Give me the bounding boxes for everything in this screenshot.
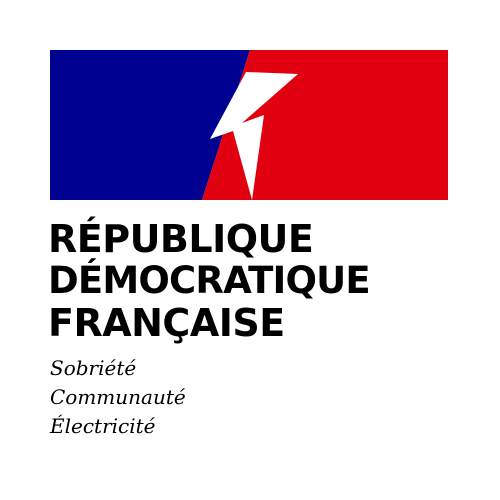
motto-line-1: Sobriété xyxy=(50,356,137,380)
flag-block xyxy=(50,50,448,200)
logo-canvas: RÉPUBLIQUE DÉMOCRATIQUE FRANÇAISE Sobrié… xyxy=(0,0,500,500)
motto-line-2: Communauté xyxy=(50,385,186,409)
motto-line-3: Électricité xyxy=(50,414,156,438)
title-line-3: FRANÇAISE xyxy=(48,301,285,345)
title-line-1: RÉPUBLIQUE xyxy=(48,217,314,261)
title-line-2: DÉMOCRATIQUE xyxy=(48,259,371,302)
